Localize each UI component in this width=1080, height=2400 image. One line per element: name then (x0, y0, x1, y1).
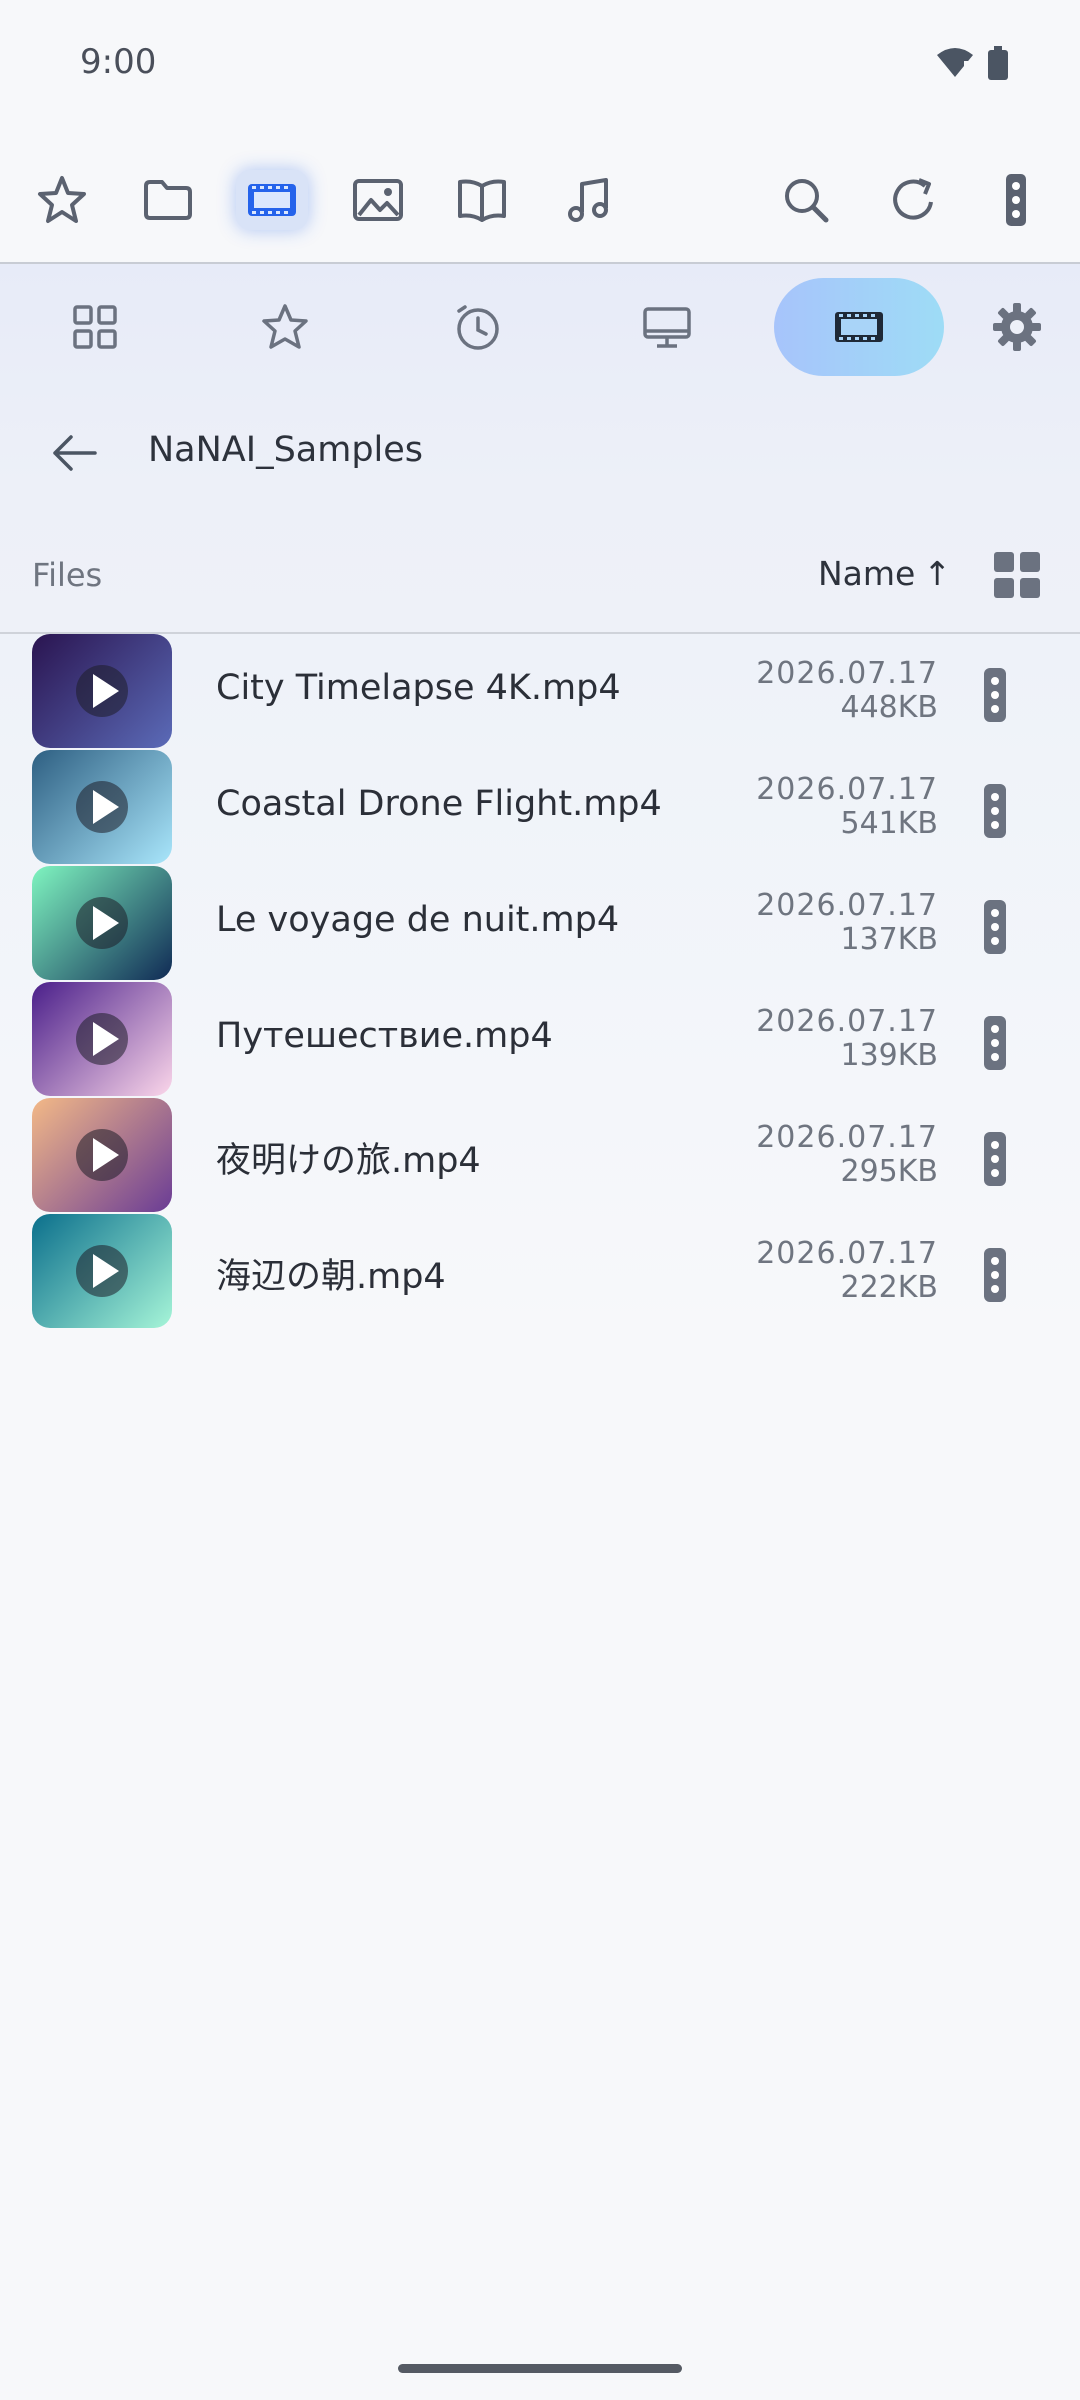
history-clock-icon (457, 305, 499, 350)
play-icon (76, 781, 128, 833)
toolbar-favorites-button[interactable] (22, 160, 102, 240)
gear-icon (993, 303, 1041, 351)
back-button[interactable] (38, 418, 108, 488)
refresh-icon (893, 178, 933, 220)
nav-device-button[interactable] (622, 282, 712, 372)
toolbar-video-button[interactable] (232, 160, 312, 240)
file-name: Le voyage de nuit.mp4 (216, 900, 620, 940)
music-note-icon (568, 178, 608, 222)
file-date: 2026.07.17 (756, 1120, 938, 1155)
film-icon (835, 312, 883, 342)
star-icon (262, 304, 308, 349)
file-size: 139KB (840, 1038, 938, 1073)
toolbar-more-button[interactable] (976, 160, 1056, 240)
play-icon (76, 1129, 128, 1181)
file-date: 2026.07.17 (756, 656, 938, 691)
video-thumbnail (32, 634, 172, 748)
image-icon (353, 179, 403, 221)
file-more-button[interactable] (978, 1128, 1012, 1190)
file-more-button[interactable] (978, 1244, 1012, 1306)
file-name: City Timelapse 4K.mp4 (216, 668, 621, 708)
file-more-button[interactable] (978, 780, 1012, 842)
toolbar-search-button[interactable] (766, 160, 846, 240)
home-indicator[interactable] (398, 2364, 682, 2373)
file-size: 295KB (840, 1154, 938, 1189)
file-row[interactable]: 夜明けの旅.mp4 2026.07.17 295KB (0, 1098, 1080, 1214)
file-date: 2026.07.17 (756, 1236, 938, 1271)
more-vertical-icon (984, 668, 1006, 722)
file-row[interactable]: 海辺の朝.mp4 2026.07.17 222KB (0, 1214, 1080, 1330)
more-vertical-icon (984, 784, 1006, 838)
more-vertical-icon (1006, 174, 1026, 226)
file-row[interactable]: City Timelapse 4K.mp4 2026.07.17 448KB (0, 634, 1080, 750)
video-thumbnail (32, 982, 172, 1096)
toolbar-images-button[interactable] (338, 160, 418, 240)
nav-settings-button[interactable] (972, 282, 1062, 372)
file-row[interactable]: Путешествие.mp4 2026.07.17 139KB (0, 982, 1080, 1098)
video-thumbnail (32, 1214, 172, 1328)
file-row[interactable]: Le voyage de nuit.mp4 2026.07.17 137KB (0, 866, 1080, 982)
nav-videos-button[interactable] (814, 282, 904, 372)
view-toggle-button[interactable] (990, 548, 1044, 602)
arrow-left-icon (53, 435, 97, 471)
grid-view-icon (994, 552, 1040, 598)
sort-button[interactable]: Name ↑ (818, 554, 951, 593)
grid-icon (73, 305, 117, 349)
book-icon (458, 179, 506, 222)
star-icon (38, 176, 86, 223)
file-size: 541KB (840, 806, 938, 841)
toolbar-folder-button[interactable] (128, 160, 208, 240)
nav-all-button[interactable] (50, 282, 140, 372)
toolbar-refresh-button[interactable] (873, 160, 953, 240)
sort-direction-icon: ↑ (923, 554, 952, 593)
file-row[interactable]: Coastal Drone Flight.mp4 2026.07.17 541K… (0, 750, 1080, 866)
file-date: 2026.07.17 (756, 772, 938, 807)
file-date: 2026.07.17 (756, 888, 938, 923)
more-vertical-icon (984, 900, 1006, 954)
file-name: 夜明けの旅.mp4 (216, 1141, 481, 1181)
file-more-button[interactable] (978, 896, 1012, 958)
file-more-button[interactable] (978, 664, 1012, 726)
toolbar-books-button[interactable] (442, 160, 522, 240)
more-vertical-icon (984, 1132, 1006, 1186)
file-date: 2026.07.17 (756, 1004, 938, 1039)
wifi-icon (936, 47, 974, 83)
nav-recent-button[interactable] (432, 282, 522, 372)
status-icons (936, 46, 1008, 84)
folder-icon (144, 180, 192, 220)
video-thumbnail (32, 866, 172, 980)
file-name: Coastal Drone Flight.mp4 (216, 784, 662, 824)
play-icon (76, 1245, 128, 1297)
file-size: 222KB (840, 1270, 938, 1305)
sort-label: Name (818, 554, 916, 593)
file-size: 137KB (840, 922, 938, 957)
file-name: Путешествие.mp4 (216, 1016, 553, 1056)
play-icon (76, 897, 128, 949)
toolbar-music-button[interactable] (548, 160, 628, 240)
file-name: 海辺の朝.mp4 (216, 1257, 446, 1297)
file-size: 448KB (840, 690, 938, 725)
play-icon (76, 665, 128, 717)
film-icon (248, 184, 296, 216)
file-more-button[interactable] (978, 1012, 1012, 1074)
battery-icon (988, 46, 1008, 84)
video-thumbnail (32, 750, 172, 864)
file-list: City Timelapse 4K.mp4 2026.07.17 448KB C… (0, 634, 1080, 1334)
folder-title: NaNAI_Samples (148, 430, 424, 470)
search-icon (785, 179, 829, 223)
play-icon (76, 1013, 128, 1065)
more-vertical-icon (984, 1248, 1006, 1302)
status-time: 9:00 (80, 42, 157, 82)
monitor-icon (643, 307, 691, 348)
nav-favorites-button[interactable] (240, 282, 330, 372)
more-vertical-icon (984, 1016, 1006, 1070)
files-label: Files (32, 556, 103, 594)
video-thumbnail (32, 1098, 172, 1212)
